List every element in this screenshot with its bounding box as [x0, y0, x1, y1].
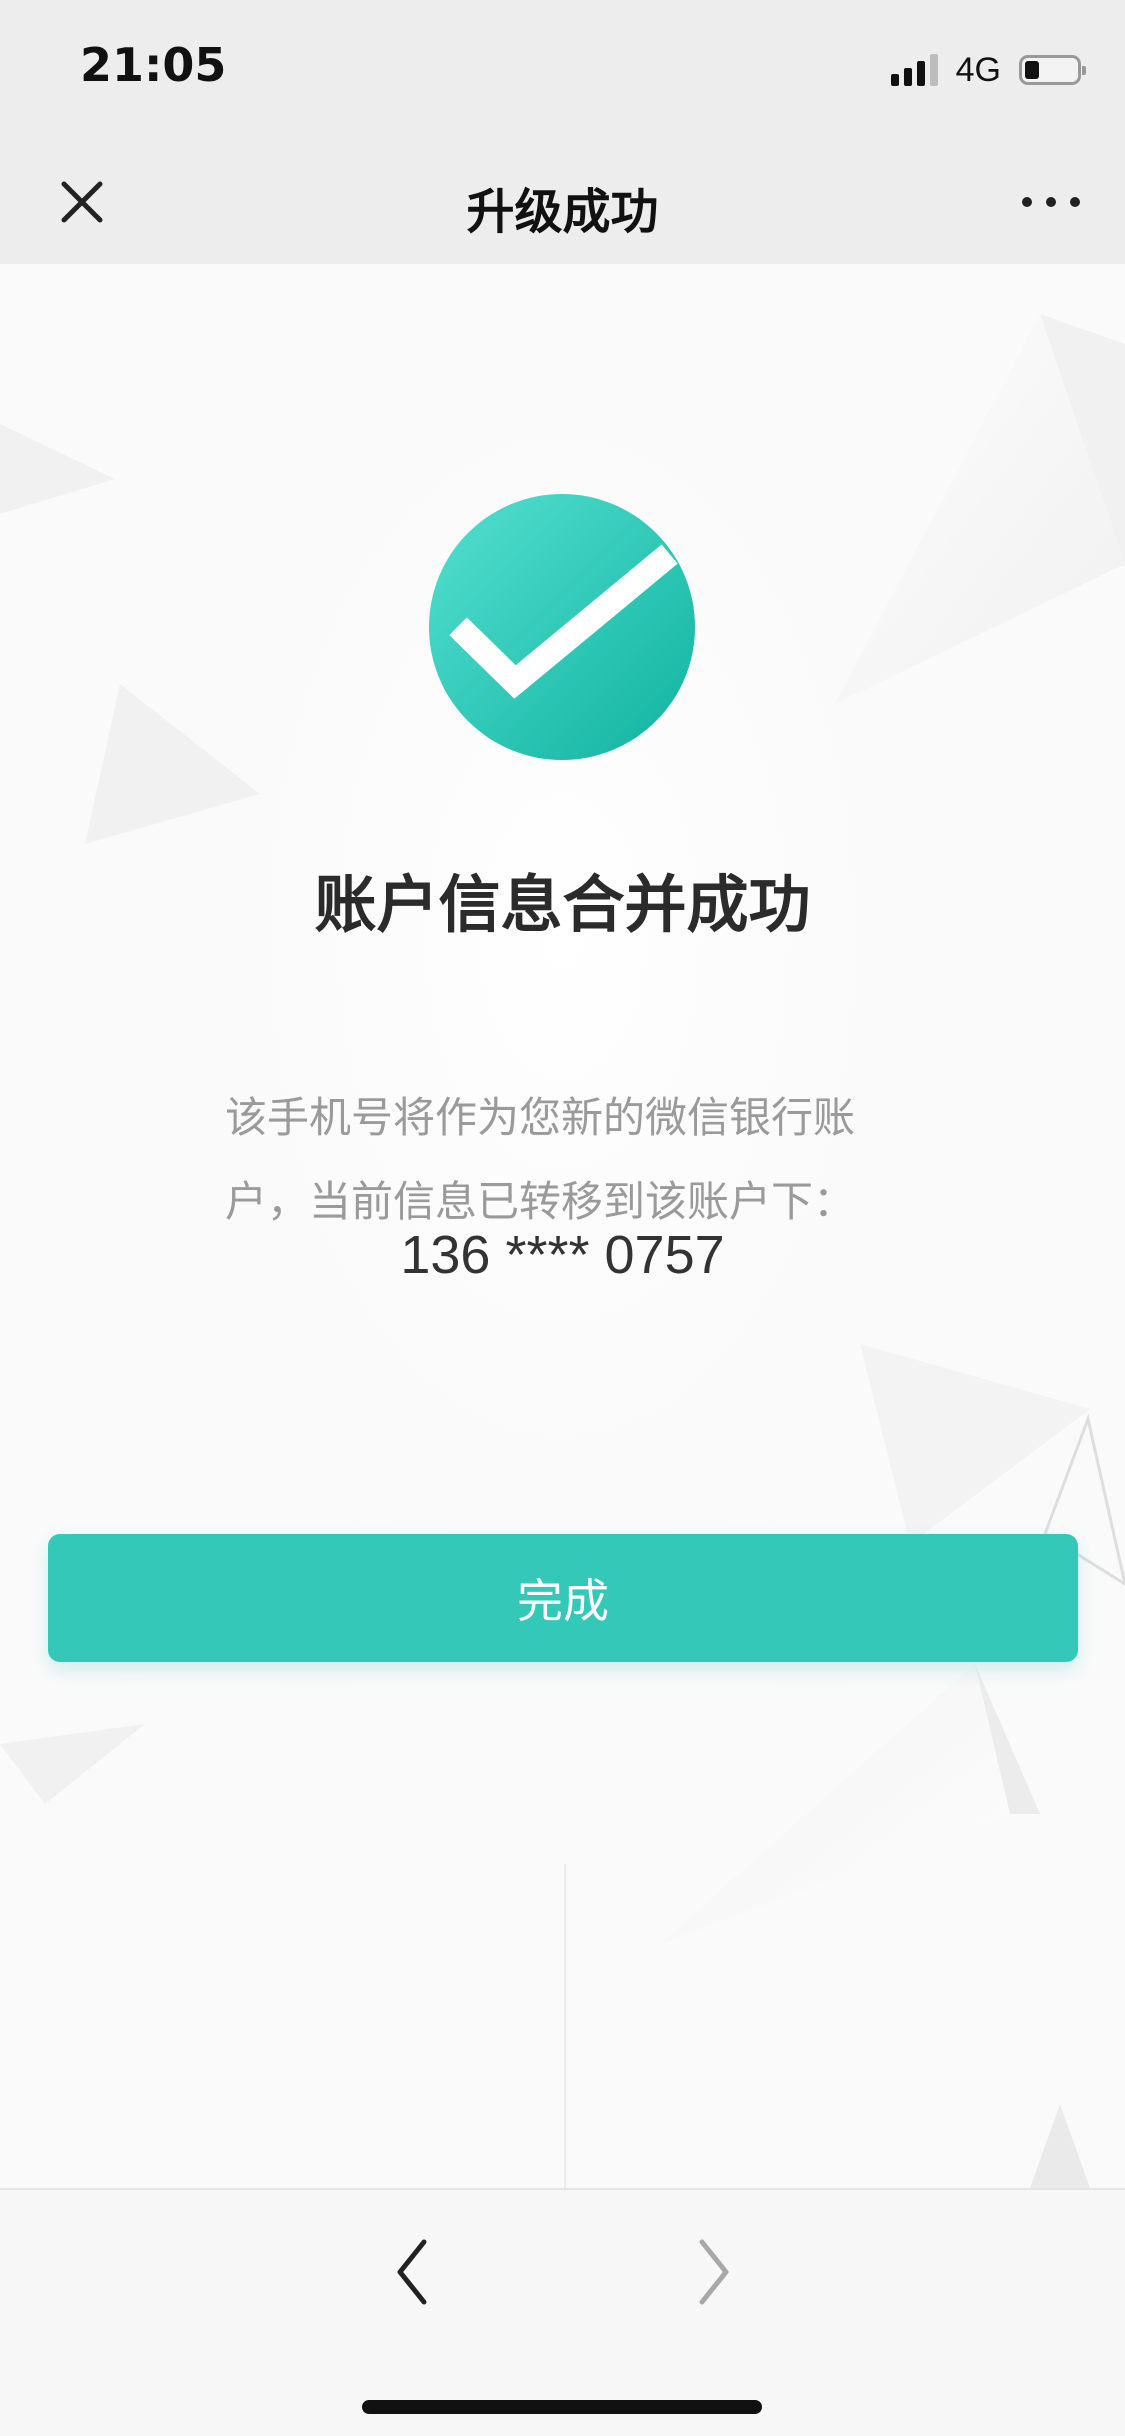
done-button[interactable]: 完成 [48, 1534, 1078, 1662]
success-title: 账户信息合并成功 [314, 868, 811, 941]
page-title: 升级成功 [466, 184, 659, 240]
main-content: 账户信息合并成功 该手机号将作为您新的微信银行账 户，当前信息已转移到该账户下：… [0, 264, 1125, 2188]
success-check-icon [429, 494, 695, 760]
signal-strength-icon [890, 54, 938, 86]
forward-arrow-icon[interactable] [692, 2232, 736, 2312]
wechat-bank-success-screen: 21:05 4G 升级成功 账户信息合并成功 该手机号将作为您新的微信银行账 户… [0, 0, 1125, 2436]
more-icon[interactable] [1019, 190, 1083, 214]
home-indicator[interactable] [362, 2400, 762, 2414]
status-bar: 21:05 4G [0, 0, 1125, 140]
battery-icon [1019, 55, 1086, 85]
status-time: 21:05 [80, 38, 227, 92]
navigation-bar: 升级成功 [0, 140, 1125, 264]
back-arrow-icon[interactable] [390, 2232, 434, 2312]
status-indicators: 4G [890, 50, 1086, 90]
success-description: 该手机号将作为您新的微信银行账 户，当前信息已转移到该账户下： [225, 1076, 915, 1244]
description-line-1: 该手机号将作为您新的微信银行账 [225, 1093, 856, 1142]
masked-phone-number: 136 **** 0757 [400, 1225, 725, 1285]
browser-toolbar [0, 2188, 1125, 2436]
network-type: 4G [955, 50, 1001, 89]
